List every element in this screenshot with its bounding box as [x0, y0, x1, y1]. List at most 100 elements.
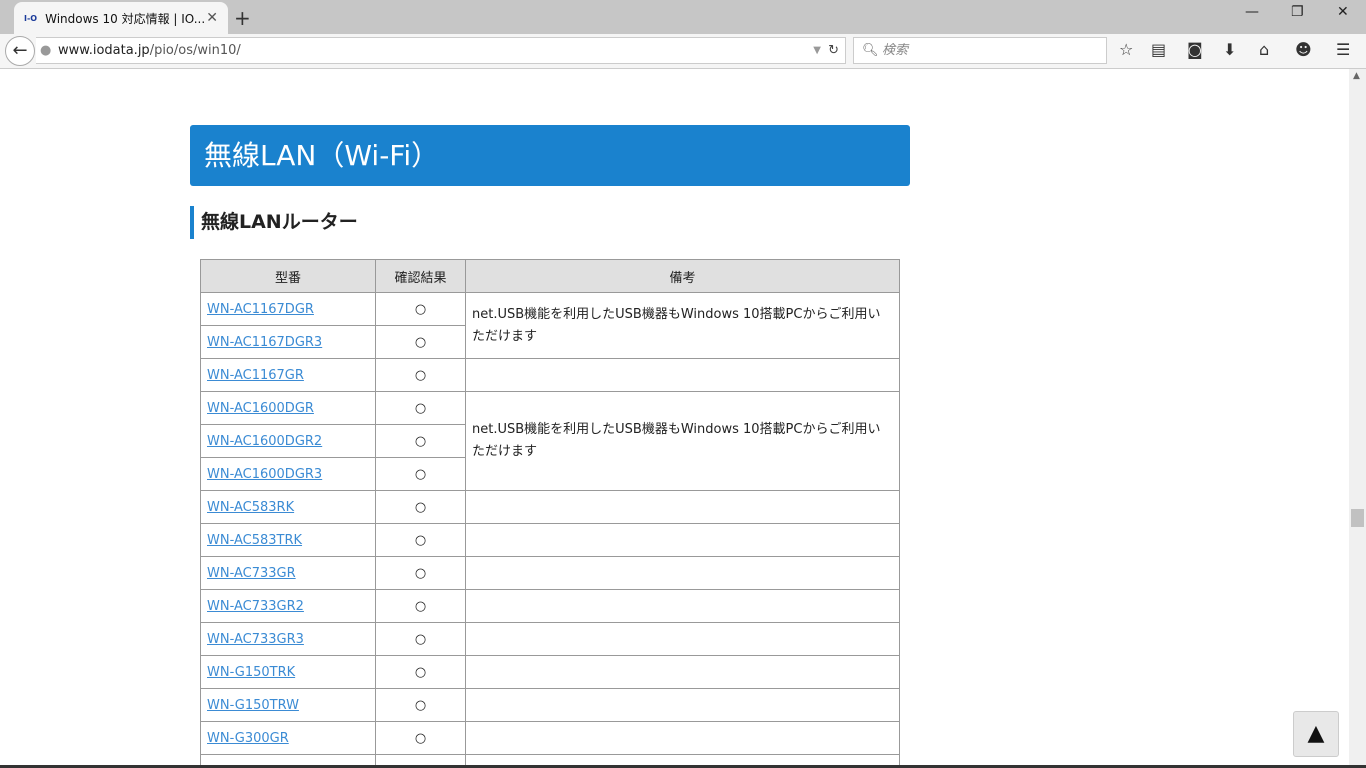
table-row: WN-G150TRW ○	[200, 688, 900, 722]
header-result: 確認結果	[375, 259, 466, 293]
model-cell: WN-AC1167DGR	[200, 292, 376, 326]
table-row: WN-AC1600DGR ○ net.USB機能を利用したUSB機器もWindows…	[200, 391, 900, 491]
note-cell	[465, 490, 900, 524]
table-row: WN-AC1167GR ○	[200, 358, 900, 392]
search-input[interactable]: 🔍︎ 検索	[853, 37, 1107, 64]
pocket-icon[interactable]: ◙	[1187, 40, 1203, 59]
model-link[interactable]: WN-AC1167DGR	[207, 302, 314, 317]
bookmark-star-icon[interactable]: ☆	[1119, 40, 1133, 59]
model-cell: WN-AC1600DGR	[200, 391, 376, 425]
model-link[interactable]: WN-AC1600DGR3	[207, 467, 322, 482]
tab-title: Windows 10 対応情報 | IO...	[45, 11, 206, 26]
back-to-top-button[interactable]: ▲	[1293, 711, 1339, 757]
model-link[interactable]: WN-G150TRK	[207, 665, 295, 680]
table-row: WN-AC1167DGR ○ net.USB機能を利用したUSB機器もWindows…	[200, 292, 900, 359]
table-row: WN-AC733GR2 ○	[200, 589, 900, 623]
scrollbar[interactable]: ▲	[1349, 69, 1366, 768]
result-cell: ○	[375, 391, 466, 425]
model-link[interactable]: WN-AC583TRK	[207, 533, 302, 548]
result-cell: ○	[375, 457, 466, 491]
result-cell: ○	[375, 589, 466, 623]
note-cell	[465, 688, 900, 722]
note-cell	[465, 721, 900, 755]
page-content: 無線LAN（Wi-Fi） 無線LANルーター 型番 確認結果 備考 WN-AC1…	[0, 69, 1349, 768]
result-cell: ○	[375, 688, 466, 722]
note-cell: net.USB機能を利用したUSB機器もWindows 10搭載PCからご利用い…	[465, 292, 900, 359]
result-cell: ○	[375, 556, 466, 590]
model-link[interactable]: WN-G300GR	[207, 731, 289, 746]
model-cell: WN-AC583TRK	[200, 523, 376, 557]
reading-list-icon[interactable]: ▤	[1151, 40, 1166, 59]
table-row: WN-AC733GR3 ○	[200, 622, 900, 656]
result-cell: ○	[375, 358, 466, 392]
note-cell	[465, 655, 900, 689]
model-link[interactable]: WN-AC1600DGR	[207, 401, 314, 416]
table-row: WN-G150TRK ○	[200, 655, 900, 689]
result-cell: ○	[375, 325, 466, 359]
note-cell	[465, 556, 900, 590]
result-cell: ○	[375, 622, 466, 656]
restore-button[interactable]: ❐	[1291, 4, 1304, 20]
model-link[interactable]: WN-AC583RK	[207, 500, 294, 515]
model-cell: WN-AC1167GR	[200, 358, 376, 392]
search-icon: 🔍︎	[862, 43, 879, 58]
url-domain: www.iodata.jp	[58, 43, 150, 58]
model-cell: WN-AC1167DGR3	[200, 325, 376, 359]
favicon-icon: I-O	[24, 13, 38, 23]
router-table: 型番 確認結果 備考 WN-AC1167DGR ○ net.USB機能を利用したUS…	[200, 259, 900, 768]
navigation-bar: ← ● www.iodata.jp/pio/os/win10/ ▼ ↻ 🔍︎ 検…	[0, 34, 1366, 69]
close-tab-icon[interactable]: ✕	[206, 10, 218, 26]
table-row: WN-AC583TRK ○	[200, 523, 900, 557]
model-link[interactable]: WN-G150TRW	[207, 698, 299, 713]
note-cell	[465, 622, 900, 656]
result-cell: ○	[375, 523, 466, 557]
back-button[interactable]: ←	[5, 36, 35, 66]
section-title: 無線LAN（Wi-Fi）	[190, 125, 910, 186]
tab-active[interactable]: I-O Windows 10 対応情報 | IO... ✕	[14, 2, 228, 34]
minimize-button[interactable]: —	[1245, 4, 1259, 20]
result-cell: ○	[375, 424, 466, 458]
result-cell: ○	[375, 655, 466, 689]
model-link[interactable]: WN-AC1167DGR3	[207, 335, 322, 350]
model-link[interactable]: WN-AC733GR	[207, 566, 296, 581]
url-path: /pio/os/win10/	[149, 43, 241, 58]
menu-icon[interactable]: ☰	[1336, 40, 1350, 59]
globe-icon: ●	[40, 43, 52, 58]
table-row: WN-AC733GR ○	[200, 556, 900, 590]
model-cell: WN-AC733GR2	[200, 589, 376, 623]
table-row: WN-G300GR ○	[200, 721, 900, 755]
scroll-up-icon[interactable]: ▲	[1353, 71, 1360, 81]
result-cell: ○	[375, 490, 466, 524]
url-bar[interactable]: ● www.iodata.jp/pio/os/win10/ ▼ ↻	[36, 37, 846, 64]
table-row: WN-AC583RK ○	[200, 490, 900, 524]
model-link[interactable]: WN-AC1167GR	[207, 368, 304, 383]
home-icon[interactable]: ⌂	[1259, 40, 1269, 59]
search-placeholder: 検索	[882, 43, 909, 58]
model-cell: WN-AC1600DGR2	[200, 424, 376, 458]
close-window-button[interactable]: ✕	[1337, 4, 1349, 20]
model-cell: WN-AC733GR3	[200, 622, 376, 656]
model-link[interactable]: WN-AC1600DGR2	[207, 434, 322, 449]
header-model: 型番	[200, 259, 376, 293]
note-cell	[465, 589, 900, 623]
note-cell	[465, 358, 900, 392]
result-cell: ○	[375, 721, 466, 755]
dropdown-icon[interactable]: ▼	[813, 38, 821, 63]
model-cell: WN-AC583RK	[200, 490, 376, 524]
new-tab-button[interactable]: +	[234, 6, 251, 30]
download-icon[interactable]: ⬇	[1223, 40, 1236, 59]
reload-icon[interactable]: ↻	[828, 38, 839, 63]
model-cell: WN-AC733GR	[200, 556, 376, 590]
model-link[interactable]: WN-AC733GR3	[207, 632, 304, 647]
model-cell: WN-AC1600DGR3	[200, 457, 376, 491]
model-cell: WN-G150TRK	[200, 655, 376, 689]
model-cell: WN-G150TRW	[200, 688, 376, 722]
model-link[interactable]: WN-AC733GR2	[207, 599, 304, 614]
result-cell: ○	[375, 292, 466, 326]
note-cell	[465, 523, 900, 557]
subsection-title: 無線LANルーター	[190, 206, 358, 239]
model-cell: WN-G300GR	[200, 721, 376, 755]
scrollbar-thumb[interactable]	[1351, 509, 1364, 527]
tab-bar: I-O Windows 10 対応情報 | IO... ✕ + — ❐ ✕	[0, 0, 1366, 34]
chat-icon[interactable]: ☻	[1295, 40, 1312, 59]
